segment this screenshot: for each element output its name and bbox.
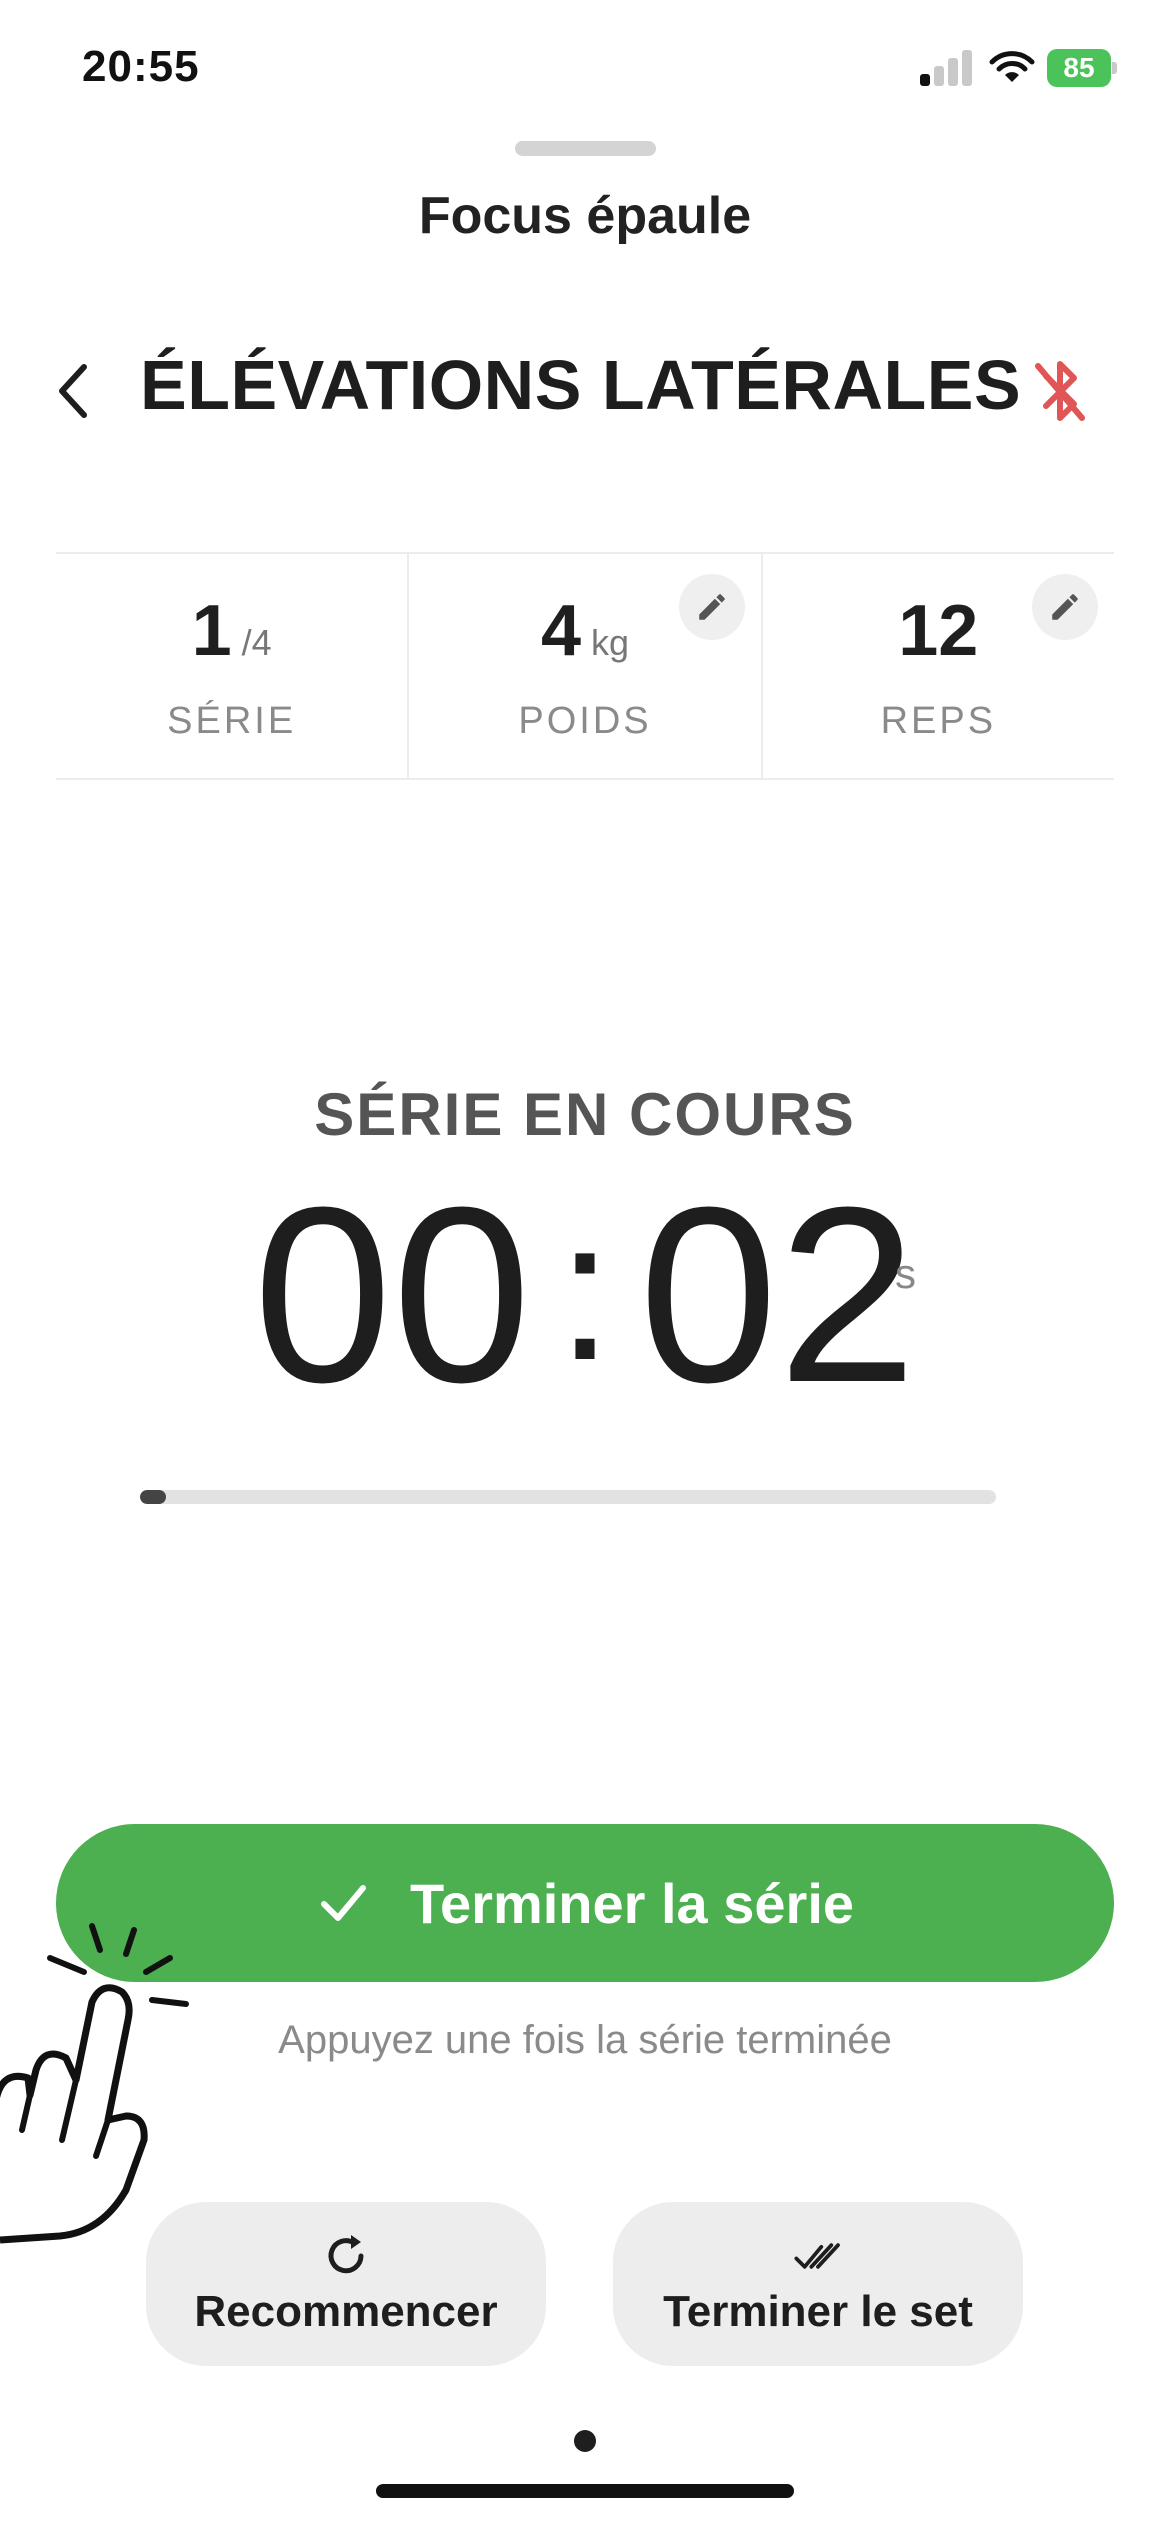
bluetooth-off-icon[interactable] [1030,356,1090,426]
series-value: 1/4 [56,590,407,672]
timer-minutes: 00 [253,1155,532,1434]
weight-label: POIDS [518,700,652,742]
series-current: 1 [191,591,232,671]
restart-label: Recommencer [194,2287,498,2336]
workout-title: Focus épaule [418,187,752,245]
page-indicator-dot [574,2430,596,2452]
end-set-button[interactable]: Terminer le set [613,2202,1023,2366]
set-progress-bar [140,1490,996,1504]
timer-unit: s [895,1250,916,1297]
battery-icon: 85 [1047,49,1111,87]
stat-reps: 12 REPS [760,554,1114,778]
reps-value: 12 [763,590,1114,672]
double-check-icon [794,2243,840,2269]
sheet-grabber[interactable] [515,141,656,156]
weight-unit: kg [591,622,630,663]
stat-series: 1/4 SÉRIE [56,554,407,778]
finish-series-label: Terminer la série [409,1871,855,1935]
series-label: SÉRIE [167,700,297,742]
battery-tip [1112,62,1117,74]
home-indicator[interactable] [376,2484,794,2498]
exercise-stats: 1/4 SÉRIE 4 kg POIDS 12 REPS [56,552,1114,780]
reps-label: REPS [880,700,997,742]
check-icon [320,1885,366,1921]
back-chevron-icon[interactable] [46,355,98,427]
stat-weight: 4 kg POIDS [407,554,760,778]
reps-number: 12 [898,591,979,671]
wifi-icon [989,51,1035,82]
restart-button[interactable]: Recommencer [146,2202,546,2366]
timer-seconds: 02 [638,1155,917,1434]
status-time: 20:55 [82,42,200,91]
tap-hand-icon [0,1923,189,2244]
finish-series-button[interactable]: Terminer la série [56,1824,1114,1982]
progress-fill [140,1490,166,1504]
weight-number: 4 [540,591,581,671]
set-status: SÉRIE EN COURS [314,1081,856,1148]
end-set-label: Terminer le set [663,2287,973,2336]
set-timer: 00:02 [0,1170,1170,1420]
refresh-icon [328,2235,364,2274]
timer-separator: : [557,1179,613,1402]
weight-value: 4 kg [409,590,760,672]
exercise-title: ÉLÉVATIONS LATÉRALES [140,346,1022,424]
cellular-signal-icon [920,50,976,86]
series-total: /4 [241,622,272,663]
